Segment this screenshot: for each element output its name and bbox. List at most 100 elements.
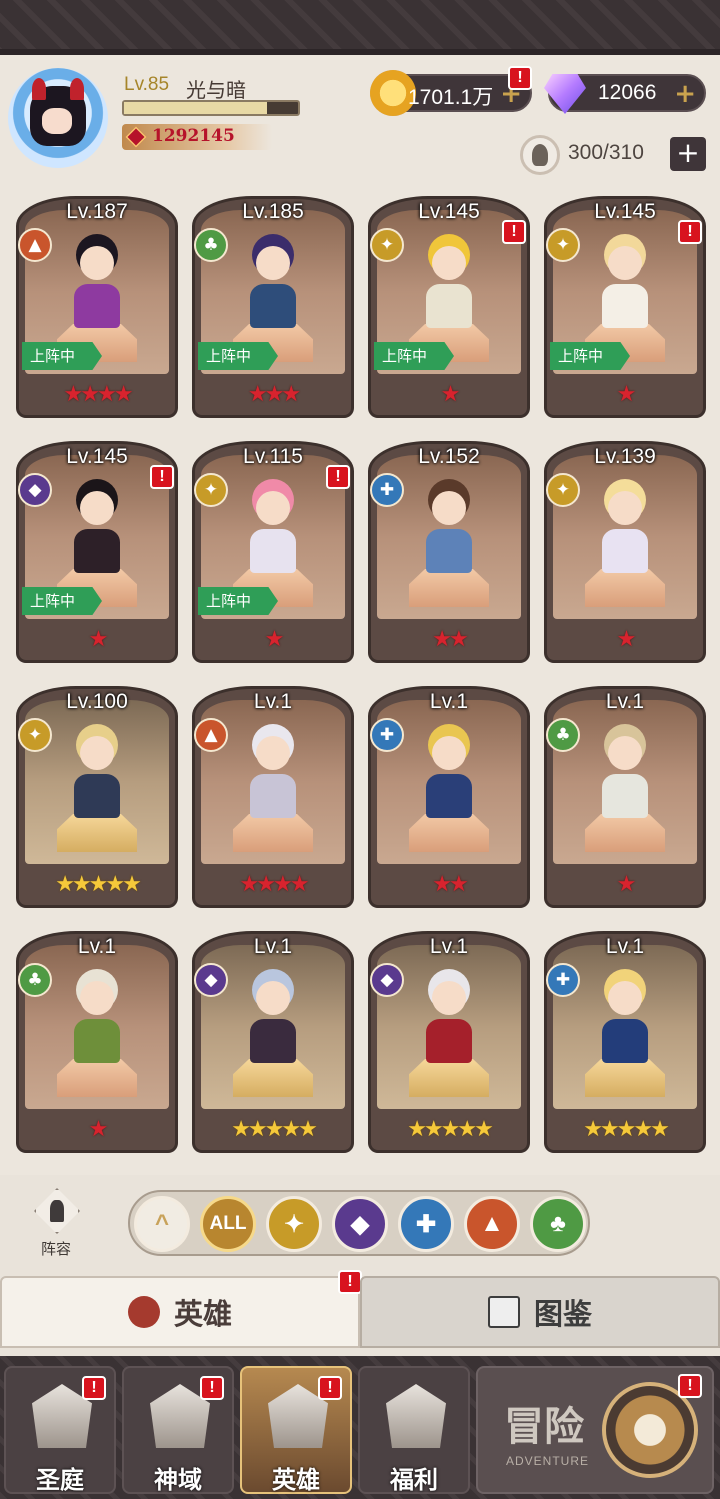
faction-tree-icon: ♣	[546, 718, 580, 752]
hero-sprite	[58, 485, 136, 577]
hero-card[interactable]: Lv.185 ♣ 上阵中 ★★★	[192, 196, 354, 418]
deployed-badge: 上阵中	[22, 587, 102, 615]
hero-card[interactable]: Lv.145 ✦ 上阵中 ! ★	[368, 196, 530, 418]
hero-card[interactable]: Lv.1 ♣ ★	[544, 686, 706, 908]
hero-card[interactable]: Lv.1 ◆ ★★★★★	[368, 931, 530, 1153]
faction-dark-icon: ◆	[370, 963, 404, 997]
hero-level: Lv.139	[594, 445, 656, 468]
adventure-subtitle: ADVENTURE	[506, 1454, 590, 1468]
codex-alert-badge: !	[338, 1270, 362, 1294]
tab-heroes[interactable]: 英雄	[0, 1276, 360, 1348]
combat-power: 1292145	[122, 124, 272, 150]
filter-water-button[interactable]: ✚	[398, 1196, 454, 1252]
hero-sprite	[58, 975, 136, 1067]
faction-dark-icon: ◆	[194, 963, 228, 997]
hero-level: Lv.1	[429, 690, 469, 713]
filter-dark-button[interactable]: ◆	[332, 1196, 388, 1252]
nav-label: 圣庭	[36, 1466, 84, 1494]
add-gem-icon[interactable]: +	[674, 79, 696, 109]
faction-fire-icon: ▲	[18, 228, 52, 262]
nav-label: 英雄	[272, 1466, 320, 1494]
avatar-horn	[32, 78, 46, 100]
adventure-button[interactable]: 冒险 ADVENTURE !	[476, 1366, 714, 1494]
chess-pawn-icon	[34, 1188, 80, 1234]
hero-sprite	[58, 730, 136, 822]
nav-icon	[386, 1384, 446, 1448]
exp-bar	[122, 100, 300, 116]
hero-sprite	[234, 485, 312, 577]
nav-alert-badge: !	[318, 1376, 342, 1400]
hero-stars: ★★★★★	[407, 1117, 494, 1142]
star-book-icon	[487, 1296, 520, 1328]
hero-card[interactable]: Lv.187 ▲ 上阵中 ★★★★	[16, 196, 178, 418]
hero-card[interactable]: Lv.152 ✚ ★★	[368, 441, 530, 663]
expand-capacity-button[interactable]: +	[670, 137, 706, 171]
hero-card[interactable]: Lv.1 ♣ ★	[16, 931, 178, 1153]
nav-label: 福利	[390, 1466, 438, 1494]
hero-sprite	[586, 485, 664, 577]
hero-stars: ★	[440, 382, 461, 407]
faction-light-icon: ✦	[370, 228, 404, 262]
main-tabs: 英雄 ! 图鉴	[0, 1270, 720, 1352]
filter-all-button[interactable]: ALL	[200, 1196, 256, 1252]
hero-stars: ★★★★★	[583, 1117, 670, 1142]
hero-card[interactable]: Lv.100 ✦ ★★★★★	[16, 686, 178, 908]
faction-water-icon: ✚	[546, 963, 580, 997]
hero-card[interactable]: Lv.1 ◆ ★★★★★	[192, 931, 354, 1153]
avatar-horn	[70, 78, 84, 100]
hero-stars: ★	[88, 627, 109, 652]
hero-level: Lv.1	[77, 935, 117, 958]
hero-helmet-icon	[127, 1296, 160, 1328]
hero-level: Lv.1	[429, 935, 469, 958]
faction-light-icon: ✦	[194, 473, 228, 507]
player-avatar[interactable]	[8, 68, 108, 168]
nav-item-2[interactable]: 英雄 !	[240, 1366, 352, 1494]
hero-card[interactable]: Lv.145 ✦ 上阵中 ! ★	[544, 196, 706, 418]
hero-stars: ★	[616, 627, 637, 652]
hero-card[interactable]: Lv.1 ✚ ★★★★★	[544, 931, 706, 1153]
nav-item-0[interactable]: 圣庭 !	[4, 1366, 116, 1494]
hero-stars: ★★★	[247, 382, 301, 407]
hero-level: Lv.185	[242, 200, 304, 223]
deployed-badge: 上阵中	[374, 342, 454, 370]
hero-stars: ★	[88, 1117, 109, 1142]
gold-counter[interactable]: 1701.1万 + !	[370, 66, 532, 116]
hero-alert-badge: !	[502, 220, 526, 244]
hero-card[interactable]: Lv.1 ✚ ★★	[368, 686, 530, 908]
formation-label: 阵容	[40, 1240, 71, 1258]
hero-stars: ★★★★★	[231, 1117, 318, 1142]
deployed-badge: 上阵中	[22, 342, 102, 370]
hero-card[interactable]: Lv.145 ◆ 上阵中 ! ★	[16, 441, 178, 663]
deployed-badge: 上阵中	[198, 587, 278, 615]
hero-alert-badge: !	[678, 220, 702, 244]
nav-item-3[interactable]: 福利	[358, 1366, 470, 1494]
hero-card[interactable]: Lv.115 ✦ 上阵中 ! ★	[192, 441, 354, 663]
nav-item-1[interactable]: 神域 !	[122, 1366, 234, 1494]
faction-light-icon: ✦	[546, 228, 580, 262]
faction-tree-icon: ♣	[18, 963, 52, 997]
filter-tree-button[interactable]: ♣	[530, 1196, 586, 1252]
hero-card[interactable]: Lv.1 ▲ ★★★★	[192, 686, 354, 908]
avatar-face	[42, 108, 72, 134]
capacity-icon	[520, 135, 560, 175]
power-value: 1292145	[152, 126, 235, 146]
hero-sprite	[234, 240, 312, 332]
filter-fire-button[interactable]: ▲	[464, 1196, 520, 1252]
hero-level: Lv.187	[66, 200, 128, 223]
filter-light-button[interactable]: ✦	[266, 1196, 322, 1252]
adventure-alert-badge: !	[678, 1374, 702, 1398]
hero-stars: ★★★★★	[55, 872, 142, 897]
tab-codex[interactable]: 图鉴	[360, 1276, 720, 1348]
tab-heroes-label: 英雄	[173, 1297, 232, 1331]
hero-card[interactable]: Lv.139 ✦ ★	[544, 441, 706, 663]
hero-level: Lv.100	[66, 690, 128, 713]
hero-alert-badge: !	[150, 465, 174, 489]
formation-button[interactable]: 阵容	[28, 1188, 84, 1260]
hero-level: Lv.1	[605, 690, 645, 713]
hero-sprite	[586, 730, 664, 822]
filter-up-button[interactable]: ^	[134, 1196, 190, 1252]
hero-level: Lv.1	[253, 690, 293, 713]
hero-level: Lv.1	[253, 935, 293, 958]
nav-alert-badge: !	[200, 1376, 224, 1400]
gem-counter[interactable]: 12066 +	[544, 74, 706, 114]
